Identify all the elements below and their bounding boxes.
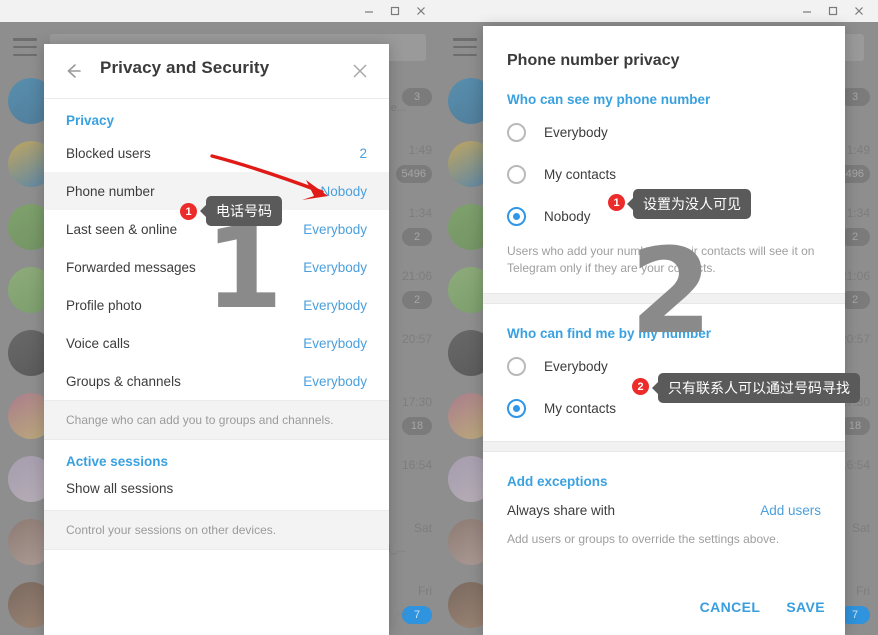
tooltip-phone-number: 电话号码 (200, 196, 282, 226)
exceptions-hint-text: Add users or groups to override the sett… (507, 532, 780, 546)
add-exceptions-title: Add exceptions (507, 474, 608, 489)
unread-badge: 7 (402, 606, 432, 624)
chat-snippet: e... (390, 102, 406, 114)
row-value: Nobody (320, 183, 367, 199)
tooltip-contacts-find: 只有联系人可以通过号码寻找 (652, 373, 860, 403)
section-privacy-label: Privacy (66, 113, 115, 128)
radio-label: Nobody (544, 208, 591, 224)
chat-item-meta: 21:06 2 (402, 269, 432, 309)
chat-item-meta: 1:34 2 (402, 206, 432, 246)
left-window-controls (356, 0, 434, 22)
chat-timestamp: Sat (851, 521, 870, 535)
section-divider (483, 441, 845, 452)
step-1-watermark: 1 (205, 204, 283, 334)
chat-timestamp: 17:30 (401, 395, 432, 409)
row-value: Everybody (303, 221, 367, 237)
radio-icon-selected (507, 206, 526, 226)
step-2-watermark: 2 (630, 222, 713, 360)
add-users-link[interactable]: Add users (760, 503, 821, 518)
row-blocked-users[interactable]: Blocked users 2 (44, 134, 389, 172)
save-button[interactable]: SAVE (786, 599, 825, 615)
radio-label: Everybody (544, 124, 608, 140)
chat-item-meta: Fri 7 (402, 584, 432, 624)
show-all-sessions-link[interactable]: Show all sessions (44, 473, 389, 510)
radio-label: Everybody (544, 358, 608, 374)
chat-timestamp: Sat (413, 521, 432, 535)
chat-item-meta: Sat (414, 521, 432, 535)
chat-item-meta: 3 (402, 80, 432, 106)
row-value: 2 (359, 145, 367, 161)
tooltip-set-to-nobody: 设置为没人可见 (627, 189, 751, 219)
row-value: Everybody (303, 297, 367, 313)
close-icon[interactable] (349, 60, 371, 82)
always-share-with-row: Always share with Add users (483, 493, 845, 528)
step-badge-nobody: 1 (608, 194, 625, 211)
chat-timestamp: Fri (418, 584, 432, 598)
radio-label: My contacts (544, 400, 617, 416)
step-badge-2: 2 (632, 378, 649, 395)
chat-item-meta: 1:49 5496 (395, 143, 432, 183)
chat-snippet: ... (396, 606, 406, 618)
radio-icon (507, 356, 526, 376)
dialog-title: Phone number privacy (507, 52, 680, 69)
unread-badge: 2 (402, 228, 432, 246)
step-badge-1: 1 (180, 203, 197, 220)
section-who-can-see-label: Who can see my phone number (507, 92, 711, 107)
chat-timestamp: 20:57 (401, 332, 432, 346)
right-window-controls (794, 0, 872, 22)
radio-icon (507, 164, 526, 184)
dialog-action-buttons: CANCEL SAVE (700, 599, 825, 615)
right-titlebar (440, 0, 878, 22)
privacy-and-security-dialog: Privacy and Security Privacy Blocked use… (44, 44, 389, 635)
screenshot-root: 3 e... 1:49 5496 1:34 2 21:06 2 20:57 17:30 18 16:5… (0, 0, 878, 635)
radio-label: My contacts (544, 166, 617, 182)
cancel-button[interactable]: CANCEL (700, 599, 761, 615)
row-label: Phone number (66, 183, 155, 199)
groups-hint-text: Change who can add you to groups and cha… (44, 400, 389, 440)
unread-badge: 3 (402, 88, 432, 106)
row-value: Everybody (303, 259, 367, 275)
left-titlebar (0, 0, 440, 22)
chat-item-meta: 20:57 (402, 332, 432, 346)
row-groups-and-channels[interactable]: Groups & channels Everybody (44, 362, 389, 400)
row-label: Groups & channels (66, 373, 181, 389)
active-sessions-link[interactable]: Active sessions (44, 440, 389, 473)
row-label: Profile photo (66, 297, 142, 313)
row-value: Everybody (303, 335, 367, 351)
chat-item-meta: 16:54 (402, 458, 432, 472)
chat-timestamp: 1:49 (408, 143, 432, 157)
dialog-header: Privacy and Security (44, 44, 389, 99)
chat-timestamp: 16:54 (401, 458, 432, 472)
hamburger-menu-icon[interactable] (453, 38, 477, 56)
row-label: Voice calls (66, 335, 130, 351)
chat-item-meta: Sat (852, 521, 870, 535)
unread-badge: 2 (402, 291, 432, 309)
unread-badge: 5496 (395, 165, 432, 183)
row-label: Blocked users (66, 145, 151, 161)
sessions-hint-text: Control your sessions on other devices. (44, 510, 389, 550)
back-arrow-icon[interactable] (62, 60, 84, 82)
radio-icon (507, 122, 526, 142)
page-title: Privacy and Security (100, 58, 270, 77)
maximize-icon[interactable] (820, 0, 846, 22)
maximize-icon[interactable] (382, 0, 408, 22)
chat-timestamp: 21:06 (401, 269, 432, 283)
row-label: Last seen & online (66, 221, 178, 237)
unread-badge: 18 (402, 417, 432, 435)
row-value: Everybody (303, 373, 367, 389)
radio-icon-selected (507, 398, 526, 418)
hamburger-menu-icon[interactable] (13, 38, 37, 56)
close-icon[interactable] (408, 0, 434, 22)
minimize-icon[interactable] (356, 0, 382, 22)
minimize-icon[interactable] (794, 0, 820, 22)
chat-timestamp: 1:34 (408, 206, 432, 220)
row-label: Forwarded messages (66, 259, 196, 275)
always-share-with-label: Always share with (507, 503, 616, 518)
close-icon[interactable] (846, 0, 872, 22)
chat-item-meta: 17:30 18 (402, 395, 432, 435)
radio-see-everybody[interactable]: Everybody (483, 111, 845, 153)
